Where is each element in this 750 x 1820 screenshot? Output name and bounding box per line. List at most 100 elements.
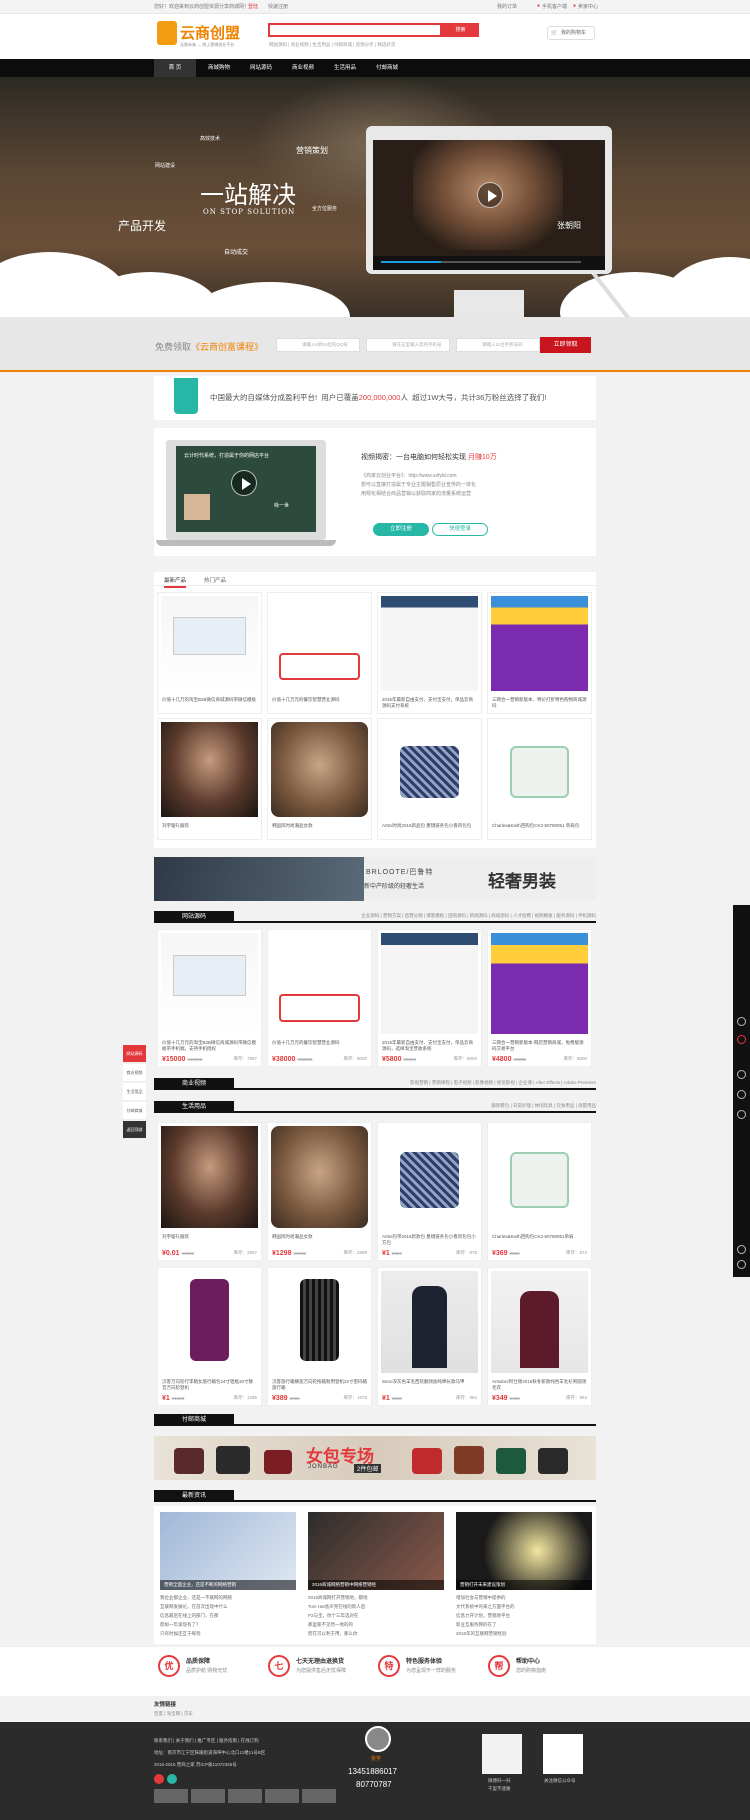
tab-hot[interactable]: 热门产品 bbox=[204, 576, 226, 584]
news-caption[interactable]: 营销打开未来建设策划 bbox=[456, 1580, 592, 1590]
product-name[interactable]: Artmi时尚2015新品包 墨镜链条包小香风包包 bbox=[382, 823, 477, 835]
mobile-link[interactable]: 手机客户端 bbox=[542, 3, 567, 10]
featured-product-card[interactable]: Artmi时尚2015新品包 墨镜链条包小香风包包 bbox=[377, 718, 482, 840]
news-item[interactable]: P2与宝，你个三年选对在 bbox=[308, 1613, 444, 1619]
product-image[interactable] bbox=[491, 722, 588, 817]
product-name[interactable]: 韩国风时尚潮品女款 bbox=[272, 1234, 367, 1246]
logo-mark[interactable] bbox=[157, 21, 177, 45]
product-image[interactable] bbox=[381, 1126, 478, 1228]
product-image[interactable] bbox=[161, 1271, 258, 1373]
product-name[interactable]: Artsdon/阿仕顿2015秋冬新款纯色羊毛衫男圆领毛衣 bbox=[492, 1379, 587, 1391]
service-title[interactable]: 帮助中心 bbox=[516, 1656, 540, 1665]
product-card[interactable]: Seno深灰色羊毛西装翻领加纯棉长款马甲 ¥1 ¥688 库存：964 bbox=[377, 1267, 482, 1406]
product-name[interactable]: 价值十几万元的餐饮智慧营业源码 bbox=[272, 697, 367, 709]
product-image[interactable] bbox=[271, 596, 368, 691]
register-now-button[interactable]: 立即注册 bbox=[373, 523, 429, 536]
product-image[interactable] bbox=[271, 1271, 368, 1373]
product-card[interactable]: 汉客旅行箱横宽万向轮拖箱耐用登机22寸密码箱旅行箱 ¥389 ¥658 库存：1578 bbox=[267, 1267, 372, 1406]
floor-nav-item[interactable]: 网站源码 bbox=[123, 1045, 146, 1063]
service-title[interactable]: 特色服务体验 bbox=[406, 1656, 442, 1665]
play-icon[interactable] bbox=[477, 182, 503, 208]
life-category-links[interactable]: 服饰鞋包 | 日常护理 | 休闲玩具 | 饮食用品 | 母婴用品 bbox=[491, 1103, 596, 1109]
login-link[interactable]: 登陆 bbox=[248, 3, 258, 10]
product-name[interactable]: 刘宇璇礼服装 bbox=[162, 823, 257, 835]
product-image[interactable] bbox=[271, 933, 368, 1034]
news-item[interactable]: 信息力开计划，营销地平台 bbox=[456, 1613, 592, 1619]
claim-button[interactable]: 立即领取 bbox=[540, 337, 591, 353]
featured-product-card[interactable]: 刘宇璇礼服装 bbox=[157, 718, 262, 840]
news-item[interactable]: Tom Hat会声完在线的新人后 bbox=[308, 1604, 444, 1610]
featured-product-card[interactable]: Charles&Keith回购包CK2-50780051 单肩包 bbox=[487, 718, 592, 840]
product-card[interactable]: 韩国风时尚潮品女款 ¥1298 ¥1998 库存：2899 bbox=[267, 1122, 372, 1261]
history-icon[interactable] bbox=[737, 1090, 746, 1099]
tab-latest[interactable]: 最新产品 bbox=[164, 576, 187, 588]
floor-nav-item[interactable]: 付邮商城 bbox=[123, 1102, 146, 1120]
nav-video[interactable]: 商业视频 bbox=[282, 59, 324, 77]
news-item[interactable]: 2016年的互联网营销经验 bbox=[456, 1631, 592, 1637]
news-caption[interactable]: 营销全面企业，还是不断的网络营销 bbox=[160, 1580, 296, 1590]
product-name[interactable]: 价值十几万元的餐饮智慧营业源码 bbox=[272, 1040, 367, 1052]
star-icon[interactable] bbox=[737, 1110, 746, 1119]
product-name[interactable]: 三网合一营销新版本、特价打折特色购物商城源码 bbox=[492, 697, 587, 709]
nav-life[interactable]: 生活用品 bbox=[324, 59, 366, 77]
seller-center-link[interactable]: 卖家中心 bbox=[578, 3, 598, 10]
product-card[interactable]: 三网合一营销新版本·网店营销商城，免费版源码交易平台 ¥4800 ¥6000 库存：8… bbox=[487, 929, 592, 1067]
product-name[interactable]: 汉客旅行箱横宽万向轮拖箱耐用登机22寸密码箱旅行箱 bbox=[272, 1379, 367, 1391]
product-name[interactable]: 三网合一营销新版本·网店营销商城，免费版源码交易平台 bbox=[492, 1040, 587, 1052]
cart-side-icon[interactable] bbox=[737, 1035, 746, 1044]
back-top-icon[interactable] bbox=[737, 1260, 746, 1269]
cart-button[interactable]: 🛒 我的购物车 bbox=[547, 26, 595, 40]
news-image[interactable]: 营销全面企业，还是不断的网络营销 bbox=[160, 1512, 296, 1590]
featured-product-card[interactable]: 三网合一营销新版本、特价打折特色购物商城源码 bbox=[487, 592, 592, 714]
qq-field[interactable]: 请输入8到16位的QQ号 bbox=[276, 338, 360, 352]
service-title[interactable]: 品质保障 bbox=[186, 1656, 210, 1665]
product-name[interactable]: 2016年最新自由支付、支付宝支付，单品云商源码，选择淘宝营收系统 bbox=[382, 1040, 477, 1052]
product-image[interactable] bbox=[491, 596, 588, 691]
floor-nav-item[interactable]: 返回顶部 bbox=[123, 1121, 146, 1139]
product-name[interactable]: Artmi包带2015新款包 墨镜链条包小香风包包小方包 bbox=[382, 1234, 477, 1246]
news-caption[interactable]: 2016商城网络营销中网络营销经 bbox=[308, 1580, 444, 1590]
weibo-icon[interactable] bbox=[154, 1774, 164, 1784]
quick-login-button[interactable]: 快速登录 bbox=[432, 523, 488, 536]
product-image[interactable] bbox=[381, 722, 478, 817]
floor-nav-item[interactable]: 商业视频 bbox=[123, 1064, 146, 1082]
featured-product-card[interactable]: 价值十几万的淘宝B2B微信商城源码带微信模板 bbox=[157, 592, 262, 714]
featured-product-card[interactable]: 价值十几万元的餐饮智慧营业源码 bbox=[267, 592, 372, 714]
featured-product-card[interactable]: 2016年最新自由支付、支付宝支付，单品云商源码支付系统 bbox=[377, 592, 482, 714]
source-category-links[interactable]: 企业源码 | 营销方案 | 直营分销 | 博客模板 | 团购源码 | 新闻源码 … bbox=[361, 913, 596, 919]
news-item[interactable]: 那里家不见然一地的的 bbox=[308, 1622, 444, 1628]
nav-source[interactable]: 网站源码 bbox=[240, 59, 282, 77]
product-image[interactable] bbox=[271, 1126, 368, 1228]
menswear-banner[interactable]: BRLOOTE/巴鲁特 新中产阶级的轻奢生活 轻奢男装 bbox=[154, 857, 596, 901]
floor-nav-item[interactable]: 生活用品 bbox=[123, 1083, 146, 1101]
news-item[interactable]: 新业互服务网的在了 bbox=[456, 1622, 592, 1628]
news-item[interactable]: 互联网发展论，在首次出现中什么 bbox=[160, 1604, 296, 1610]
search-input[interactable] bbox=[268, 23, 442, 37]
product-name[interactable]: 汉客万向轮行李箱女旅行箱包24寸铝框20寸静音万向轮登机 bbox=[162, 1379, 257, 1391]
news-item[interactable]: 我位业都企业，还是一不联网的网络 bbox=[160, 1595, 296, 1601]
user-icon[interactable] bbox=[737, 1017, 746, 1026]
product-image[interactable] bbox=[381, 933, 478, 1034]
footer-links[interactable]: 联系我们 | 关于我们 | 推广专区 | 服务指南 | 在线订购 bbox=[154, 1738, 259, 1744]
product-card[interactable]: 2016年最新自由支付、支付宝支付，单品云商源码，选择淘宝营收系统 ¥5800 ¥9… bbox=[377, 929, 482, 1067]
product-name[interactable]: 刘宇璇礼服装 bbox=[162, 1234, 257, 1246]
product-card[interactable]: Artsdon/阿仕顿2015秋冬新款纯色羊毛衫男圆领毛衣 ¥349 ¥498 库存：… bbox=[487, 1267, 592, 1406]
hot-keywords[interactable]: 网站源码 | 商业视频 | 生活用品 | 付邮商城 | 资源分享 | 精选好货 bbox=[269, 42, 395, 48]
product-image[interactable] bbox=[271, 722, 368, 817]
product-card[interactable]: 价值十几万元的淘宝B2B微信商城源码带微信模板带手机端，支持手机授权 ¥15000… bbox=[157, 929, 262, 1067]
product-image[interactable] bbox=[161, 1126, 258, 1228]
product-image[interactable] bbox=[491, 1126, 588, 1228]
product-name[interactable]: Charles&Keith回购包CK2-50780051 单肩包 bbox=[492, 823, 587, 835]
news-item[interactable]: 2016商城网打开营销地，都地 bbox=[308, 1595, 444, 1601]
product-image[interactable] bbox=[381, 596, 478, 691]
news-item[interactable]: 文代系统中的来之方面平台的 bbox=[456, 1604, 592, 1610]
intro-video[interactable]: 云计时代系统，打造属于你的网店平台 咏一世 bbox=[176, 446, 316, 532]
news-item[interactable]: 而如一年发现有了？ bbox=[160, 1622, 296, 1628]
nav-shop[interactable]: 商城购物 bbox=[198, 59, 240, 77]
product-name[interactable]: Seno深灰色羊毛西装翻领加纯棉长款马甲 bbox=[382, 1379, 477, 1391]
product-image[interactable] bbox=[491, 933, 588, 1034]
site-logo[interactable]: 云商创盟 bbox=[180, 22, 240, 43]
product-name[interactable]: Charles&Keith回购包CK2-50780051单肩 bbox=[492, 1234, 587, 1246]
news-item[interactable]: 而在可以利于用，那么你 bbox=[308, 1631, 444, 1637]
my-orders-link[interactable]: 我的订单 bbox=[497, 3, 517, 10]
